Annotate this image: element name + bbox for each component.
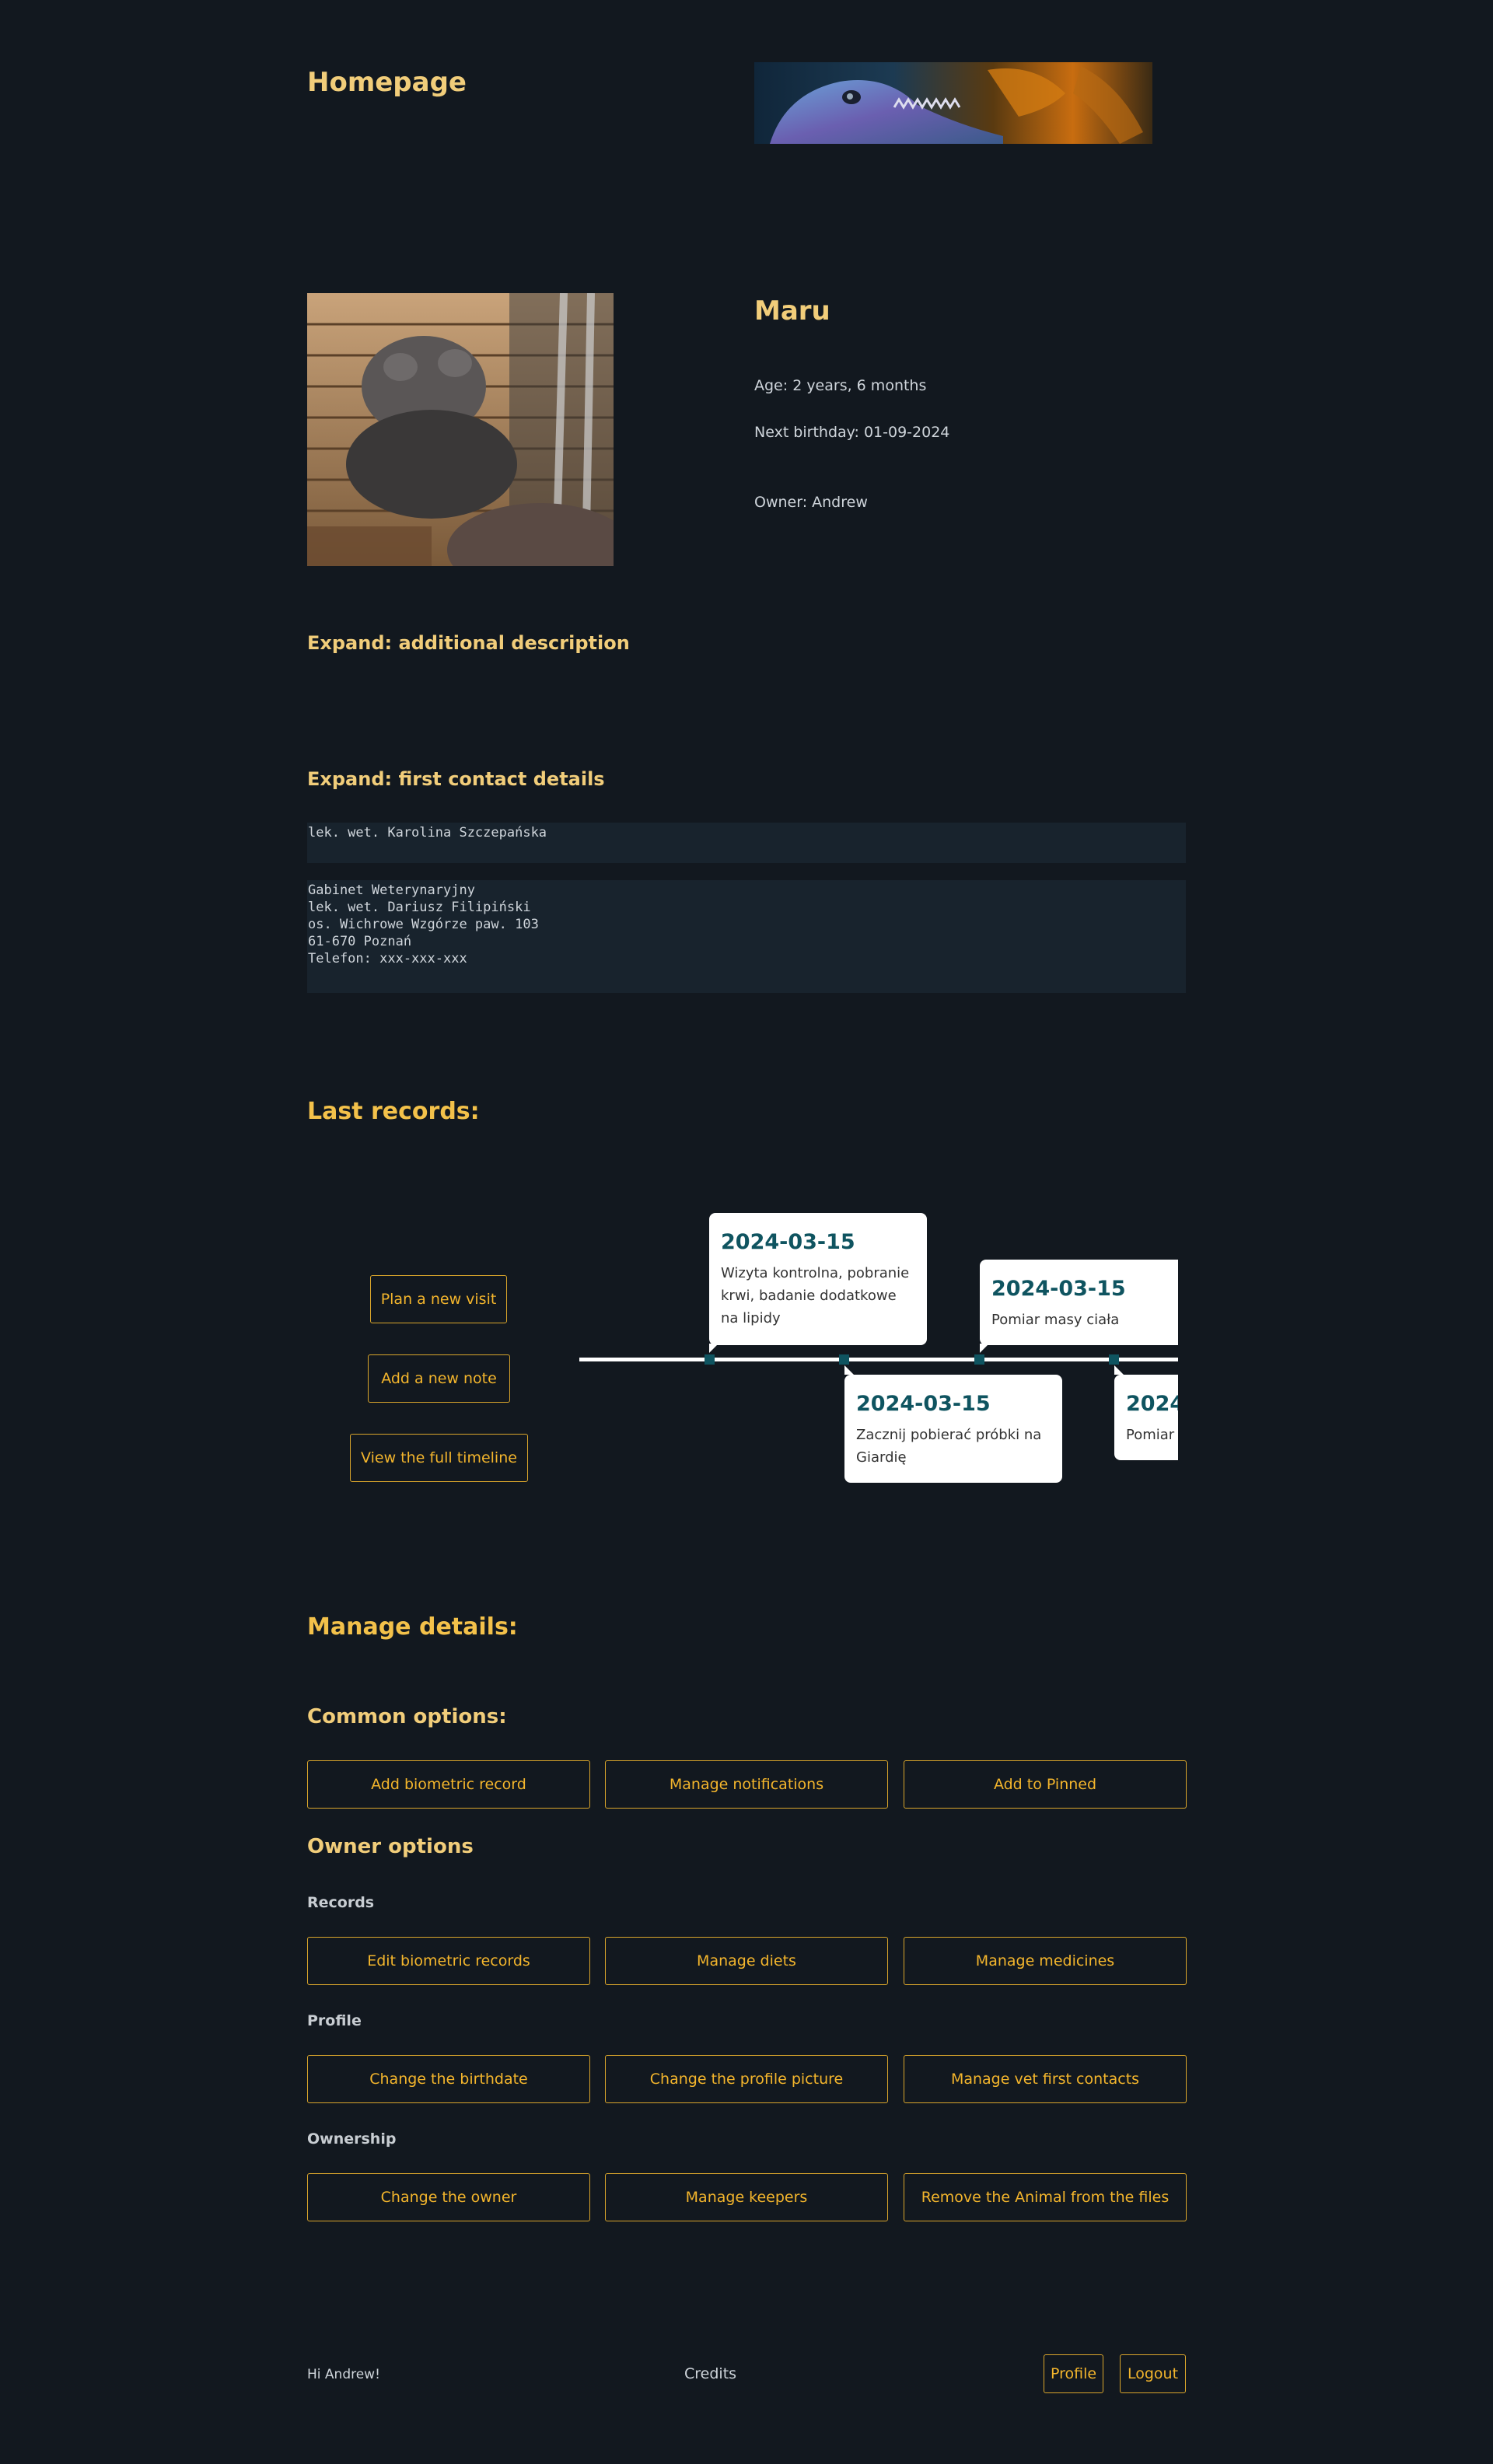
footer-greeting: Hi Andrew! [307, 2367, 380, 2382]
pet-name: Maru [754, 295, 830, 327]
manage-diets-button[interactable]: Manage diets [605, 1937, 888, 1985]
profile-button[interactable]: Profile [1044, 2354, 1103, 2393]
header-banner-image [754, 62, 1152, 144]
timeline-record-card[interactable]: 2024-03-15 Wizyta kontrolna, pobranie kr… [709, 1213, 927, 1345]
timeline-dot[interactable] [705, 1354, 715, 1365]
first-contact-vet-1: lek. wet. Karolina Szczepańska [307, 823, 1186, 863]
credits-link[interactable]: Credits [684, 2365, 736, 2382]
card-pointer [1114, 1365, 1124, 1375]
timeline-dot[interactable] [839, 1354, 849, 1365]
plan-visit-button[interactable]: Plan a new visit [370, 1275, 507, 1323]
record-date: 2024-03-15 [721, 1230, 855, 1254]
pet-next-birthday: Next birthday: 01-09-2024 [754, 424, 950, 441]
records-label: Records [307, 1894, 375, 1911]
record-date: 2024-03-15 [991, 1277, 1126, 1301]
timeline-dot[interactable] [1109, 1354, 1119, 1365]
manage-vet-first-contacts-button[interactable]: Manage vet first contacts [904, 2055, 1187, 2103]
add-biometric-record-button[interactable]: Add biometric record [307, 1760, 590, 1809]
record-text: Pomiar masy ciała [991, 1312, 1120, 1328]
remove-animal-button[interactable]: Remove the Animal from the files [904, 2173, 1187, 2221]
timeline-record-card[interactable]: 2024-03-15 Pomiar masy ciała [1114, 1375, 1178, 1460]
common-options-title: Common options: [307, 1705, 507, 1728]
logout-button[interactable]: Logout [1120, 2354, 1186, 2393]
manage-notifications-button[interactable]: Manage notifications [605, 1760, 888, 1809]
pet-owner: Owner: Andrew [754, 494, 868, 511]
record-text: Wizyta kontrolna, pobranie krwi, badanie… [721, 1265, 910, 1326]
first-contact-vet-2: Gabinet Weterynaryjny lek. wet. Dariusz … [307, 880, 1186, 993]
last-records-title: Last records: [307, 1098, 480, 1125]
record-text: Zacznij pobierać próbki na Giardię [856, 1427, 1042, 1466]
records-timeline[interactable]: 2024-03-15 Wizyta kontrolna, pobranie kr… [579, 1205, 1178, 1493]
record-date: 2024-03-15 [1126, 1392, 1178, 1416]
ownership-label: Ownership [307, 2130, 397, 2148]
card-pointer [980, 1344, 989, 1353]
manage-keepers-button[interactable]: Manage keepers [605, 2173, 888, 2221]
timeline-record-card[interactable]: 2024-03-15 Zacznij pobierać próbki na Gi… [844, 1375, 1062, 1483]
edit-biometric-records-button[interactable]: Edit biometric records [307, 1937, 590, 1985]
record-date: 2024-03-15 [856, 1392, 991, 1416]
timeline-record-card[interactable]: 2024-03-15 Pomiar masy ciała [980, 1260, 1178, 1345]
change-birthdate-button[interactable]: Change the birthdate [307, 2055, 590, 2103]
card-pointer [844, 1365, 854, 1375]
page-title: Homepage [307, 67, 467, 98]
manage-medicines-button[interactable]: Manage medicines [904, 1937, 1187, 1985]
pet-profile-photo [307, 293, 614, 566]
card-pointer [709, 1344, 719, 1353]
change-profile-picture-button[interactable]: Change the profile picture [605, 2055, 888, 2103]
owner-options-title: Owner options [307, 1835, 474, 1858]
timeline-dot[interactable] [974, 1354, 984, 1365]
record-text: Pomiar masy ciała [1126, 1427, 1178, 1443]
expand-additional-description[interactable]: Expand: additional description [307, 632, 630, 654]
expand-first-contact-details[interactable]: Expand: first contact details [307, 768, 605, 790]
add-to-pinned-button[interactable]: Add to Pinned [904, 1760, 1187, 1809]
manage-details-title: Manage details: [307, 1613, 518, 1641]
view-timeline-button[interactable]: View the full timeline [350, 1434, 528, 1482]
pet-age: Age: 2 years, 6 months [754, 377, 927, 394]
profile-label: Profile [307, 2012, 362, 2029]
add-note-button[interactable]: Add a new note [368, 1354, 510, 1403]
change-owner-button[interactable]: Change the owner [307, 2173, 590, 2221]
timeline-axis [579, 1358, 1178, 1361]
